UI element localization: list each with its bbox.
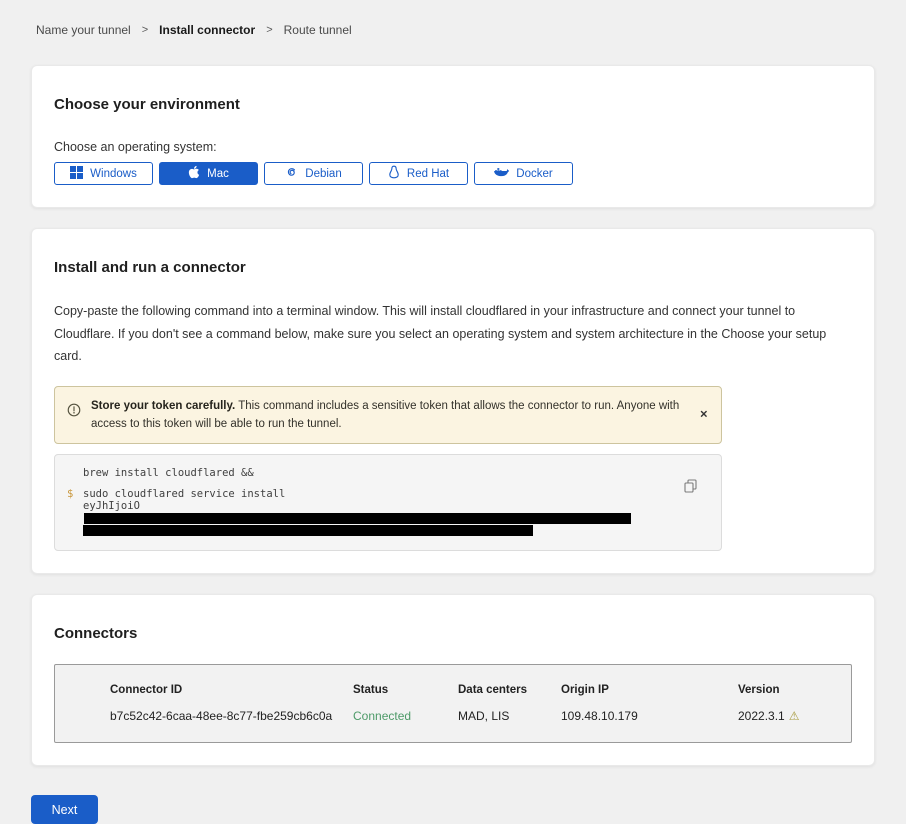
breadcrumb-separator: > [266, 24, 272, 36]
breadcrumb-step-install-connector[interactable]: Install connector [159, 23, 255, 37]
os-button-docker[interactable]: Docker [474, 162, 573, 185]
code-text: sudo cloudflared service install [83, 488, 285, 500]
os-button-windows[interactable]: Windows [54, 162, 153, 185]
warning-title: Store your token carefully. [91, 400, 235, 412]
choose-environment-card: Choose your environment Choose an operat… [31, 65, 875, 208]
code-line-install: $ sudo cloudflared service install [67, 488, 671, 500]
docker-whale-icon [494, 166, 509, 181]
breadcrumb-separator: > [142, 24, 148, 36]
redhat-penguin-icon [388, 165, 400, 182]
os-button-mac[interactable]: Mac [159, 162, 258, 185]
col-header-status: Status [353, 684, 458, 696]
code-line-token: eyJhIjoiO [67, 500, 671, 524]
breadcrumb: Name your tunnel > Install connector > R… [36, 0, 875, 37]
install-connector-card: Install and run a connector Copy-paste t… [31, 228, 875, 574]
code-line-token-2 [67, 524, 671, 536]
token-warning-banner: Store your token carefully. This command… [54, 386, 722, 445]
shell-prompt: $ [67, 488, 83, 500]
prompt-spacer [67, 467, 83, 479]
status-badge: Connected [353, 709, 458, 723]
connectors-table: Connector ID Status Data centers Origin … [54, 664, 852, 743]
version-value: 2022.3.1 ⚠ [738, 709, 841, 723]
code-text: brew install cloudflared && [83, 467, 254, 479]
connectors-table-header: Connector ID Status Data centers Origin … [110, 684, 841, 696]
table-row: b7c52c42-6caa-48ee-8c77-fbe259cb6c0a Con… [110, 709, 841, 723]
os-button-label: Windows [90, 168, 137, 180]
prompt-spacer [67, 524, 83, 536]
copy-icon[interactable] [684, 479, 697, 496]
os-button-group: Windows Mac Debian [54, 162, 852, 185]
debian-icon [285, 166, 298, 182]
breadcrumb-step-route-tunnel[interactable]: Route tunnel [284, 23, 352, 37]
origin-ip-value: 109.48.10.179 [561, 709, 738, 723]
tunnel-setup-page: Name your tunnel > Install connector > R… [0, 0, 906, 824]
install-description: Copy-paste the following command into a … [54, 300, 852, 368]
prompt-spacer [67, 500, 83, 524]
environment-card-title: Choose your environment [54, 88, 852, 113]
col-header-version: Version [738, 684, 841, 696]
apple-icon [188, 165, 200, 182]
connector-id-value: b7c52c42-6caa-48ee-8c77-fbe259cb6c0a [110, 709, 353, 723]
os-button-label: Mac [207, 168, 229, 180]
token-prefix: eyJhIjoiO [83, 500, 140, 512]
os-select-label: Choose an operating system: [54, 140, 852, 154]
os-button-redhat[interactable]: Red Hat [369, 162, 468, 185]
os-button-label: Docker [516, 168, 552, 180]
install-command-code-block: brew install cloudflared && $ sudo cloud… [54, 454, 722, 551]
alert-circle-icon [67, 403, 81, 434]
next-button[interactable]: Next [31, 795, 98, 824]
col-header-connector-id: Connector ID [110, 684, 353, 696]
data-centers-value: MAD, LIS [458, 709, 561, 723]
code-text: eyJhIjoiO [83, 500, 671, 524]
col-header-origin-ip: Origin IP [561, 684, 738, 696]
warning-triangle-icon: ⚠ [789, 709, 800, 723]
close-icon[interactable]: ✕ [700, 409, 708, 420]
breadcrumb-step-name-tunnel[interactable]: Name your tunnel [36, 23, 131, 37]
install-card-title: Install and run a connector [54, 251, 852, 276]
version-number: 2022.3.1 [738, 709, 785, 723]
connectors-card: Connectors Connector ID Status Data cent… [31, 594, 875, 766]
os-button-debian[interactable]: Debian [264, 162, 363, 185]
warning-text: Store your token carefully. This command… [91, 397, 687, 434]
redacted-token-bar [83, 525, 533, 536]
code-line-brew: brew install cloudflared && [67, 467, 671, 479]
connectors-card-title: Connectors [54, 617, 852, 642]
os-button-label: Debian [305, 168, 341, 180]
windows-icon [70, 166, 83, 182]
col-header-data-centers: Data centers [458, 684, 561, 696]
os-button-label: Red Hat [407, 168, 449, 180]
redacted-token-bar [84, 513, 631, 524]
